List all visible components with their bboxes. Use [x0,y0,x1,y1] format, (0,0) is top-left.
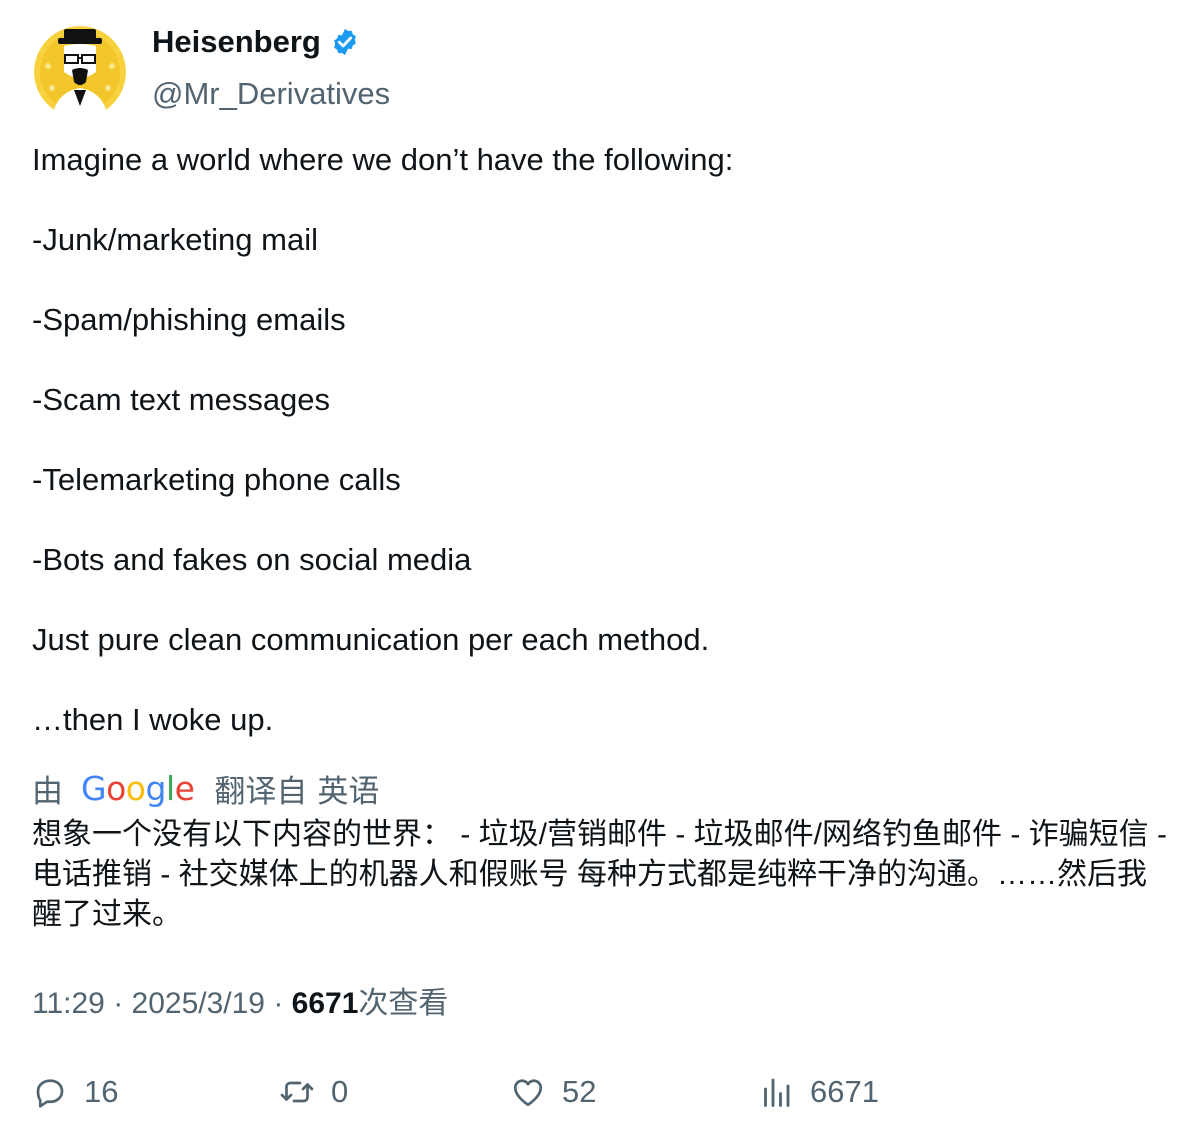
tweet-intro: Imagine a world where we don’t have the … [32,142,734,177]
tweet-header: Heisenberg @Mr_Derivatives [34,26,390,120]
heisenberg-avatar[interactable] [34,26,126,118]
retweet-button[interactable]: 0 [279,1068,348,1116]
list-item: -Spam/phishing emails [32,302,346,337]
reply-count: 16 [84,1074,119,1109]
meta-separator: · [265,987,292,1020]
list-item: -Telemarketing phone calls [32,462,401,497]
like-button[interactable]: 52 [510,1068,596,1116]
heart-icon [513,1079,543,1107]
reply-button[interactable]: 16 [32,1068,118,1116]
source-language: 英语 [317,773,380,809]
tweet-meta: 11:29 · 2025/3/19 · 6671次查看 [32,984,448,1024]
views-count: 6671 [291,987,359,1020]
author-names: Heisenberg @Mr_Derivatives [152,26,390,110]
translated-by-label: 由 [32,773,63,809]
google-logo: Google [81,768,195,808]
retweet-icon [280,1081,314,1103]
like-count: 52 [562,1074,597,1109]
views-label: 次查看 [358,987,449,1020]
reply-icon [36,1079,64,1108]
tweet-closing: Just pure clean communication per each m… [32,622,710,657]
tweet-text: Imagine a world where we don’t have the … [32,140,1162,740]
translation-attribution[interactable]: 由 Google 翻译自 英语 [32,767,379,809]
tweet-date[interactable]: 2025/3/19 [132,987,265,1020]
list-item: -Scam text messages [32,382,331,417]
verified-badge-icon[interactable] [330,27,360,57]
tweet-actions: 16 0 52 6671 [0,1068,1196,1116]
tweet-time[interactable]: 11:29 [32,987,105,1020]
bar-chart-icon [764,1078,790,1107]
display-name[interactable]: Heisenberg [152,26,321,58]
user-handle[interactable]: @Mr_Derivatives [152,78,390,110]
tweet-ending: …then I woke up. [32,702,274,737]
list-item: -Bots and fakes on social media [32,542,472,577]
display-name-row: Heisenberg [152,26,390,58]
views-action-count: 6671 [810,1074,879,1109]
translated-from-label: 翻译自 [214,773,308,809]
translated-text: 想象一个没有以下内容的世界： - 垃圾/营销邮件 - 垃圾邮件/网络钓鱼邮件 -… [32,818,1167,931]
retweet-count: 0 [331,1074,349,1109]
list-item: -Junk/marketing mail [32,222,318,257]
meta-separator: · [104,987,132,1020]
views-button[interactable]: 6671 [758,1068,879,1116]
